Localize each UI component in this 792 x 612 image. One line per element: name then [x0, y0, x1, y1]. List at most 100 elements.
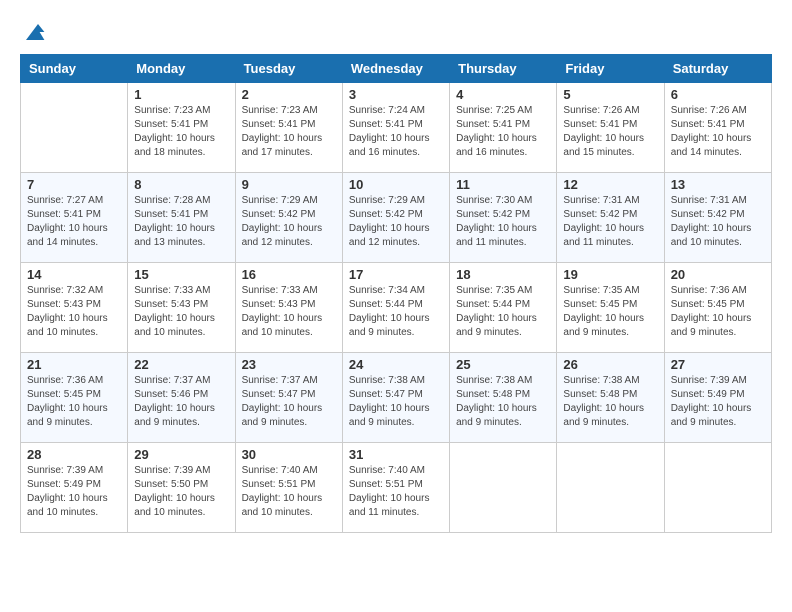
day-info: Sunrise: 7:39 AM Sunset: 5:49 PM Dayligh…: [27, 464, 121, 520]
day-number: 27: [671, 357, 765, 372]
day-info: Sunrise: 7:23 AM Sunset: 5:41 PM Dayligh…: [134, 104, 228, 160]
calendar-cell: 24Sunrise: 7:38 AM Sunset: 5:47 PM Dayli…: [342, 353, 449, 443]
day-info: Sunrise: 7:24 AM Sunset: 5:41 PM Dayligh…: [349, 104, 443, 160]
calendar-cell: 3 Sunrise: 7:24 AM Sunset: 5:41 PM Daylig…: [342, 83, 449, 173]
calendar-cell: 23Sunrise: 7:37 AM Sunset: 5:47 PM Dayli…: [235, 353, 342, 443]
day-number: 25: [456, 357, 550, 372]
day-info: Sunrise: 7:35 AM Sunset: 5:44 PM Dayligh…: [456, 284, 550, 340]
day-number: 17: [349, 267, 443, 282]
day-number: 10: [349, 177, 443, 192]
day-info: Sunrise: 7:39 AM Sunset: 5:50 PM Dayligh…: [134, 464, 228, 520]
calendar-table: SundayMondayTuesdayWednesdayThursdayFrid…: [20, 54, 772, 533]
day-number: 11: [456, 177, 550, 192]
logo-icon: [22, 20, 46, 44]
day-number: 12: [563, 177, 657, 192]
calendar-cell: [557, 443, 664, 533]
calendar-cell: 12 Sunrise: 7:31 AM Sunset: 5:42 PM Dayli…: [557, 173, 664, 263]
day-info: Sunrise: 7:33 AM Sunset: 5:43 PM Dayligh…: [242, 284, 336, 340]
day-info: Sunrise: 7:38 AM Sunset: 5:47 PM Dayligh…: [349, 374, 443, 430]
weekday-header-wednesday: Wednesday: [342, 55, 449, 83]
day-info: Sunrise: 7:40 AM Sunset: 5:51 PM Dayligh…: [349, 464, 443, 520]
calendar-cell: 13 Sunrise: 7:31 AM Sunset: 5:42 PM Dayli…: [664, 173, 771, 263]
calendar-header-row: SundayMondayTuesdayWednesdayThursdayFrid…: [21, 55, 772, 83]
day-number: 9: [242, 177, 336, 192]
day-info: Sunrise: 7:28 AM Sunset: 5:41 PM Dayligh…: [134, 194, 228, 250]
day-number: 16: [242, 267, 336, 282]
calendar-cell: 8 Sunrise: 7:28 AM Sunset: 5:41 PM Daylig…: [128, 173, 235, 263]
calendar-cell: 27 Sunrise: 7:39 AM Sunset: 5:49 PM Dayli…: [664, 353, 771, 443]
weekday-header-friday: Friday: [557, 55, 664, 83]
day-info: Sunrise: 7:40 AM Sunset: 5:51 PM Dayligh…: [242, 464, 336, 520]
calendar-cell: 5 Sunrise: 7:26 AM Sunset: 5:41 PM Daylig…: [557, 83, 664, 173]
calendar-cell: 6 Sunrise: 7:26 AM Sunset: 5:41 PM Daylig…: [664, 83, 771, 173]
day-number: 7: [27, 177, 121, 192]
day-number: 4: [456, 87, 550, 102]
day-number: 8: [134, 177, 228, 192]
day-info: Sunrise: 7:38 AM Sunset: 5:48 PM Dayligh…: [456, 374, 550, 430]
calendar-cell: 17 Sunrise: 7:34 AM Sunset: 5:44 PM Dayli…: [342, 263, 449, 353]
day-info: Sunrise: 7:37 AM Sunset: 5:47 PM Dayligh…: [242, 374, 336, 430]
day-info: Sunrise: 7:31 AM Sunset: 5:42 PM Dayligh…: [563, 194, 657, 250]
day-info: Sunrise: 7:33 AM Sunset: 5:43 PM Dayligh…: [134, 284, 228, 340]
day-info: Sunrise: 7:30 AM Sunset: 5:42 PM Dayligh…: [456, 194, 550, 250]
calendar-cell: [450, 443, 557, 533]
day-number: 30: [242, 447, 336, 462]
calendar-cell: 11 Sunrise: 7:30 AM Sunset: 5:42 PM Dayli…: [450, 173, 557, 263]
day-info: Sunrise: 7:36 AM Sunset: 5:45 PM Dayligh…: [27, 374, 121, 430]
day-number: 15: [134, 267, 228, 282]
calendar-cell: 21Sunrise: 7:36 AM Sunset: 5:45 PM Dayli…: [21, 353, 128, 443]
day-number: 2: [242, 87, 336, 102]
calendar-cell: 31 Sunrise: 7:40 AM Sunset: 5:51 PM Dayli…: [342, 443, 449, 533]
calendar-week-2: 7 Sunrise: 7:27 AM Sunset: 5:41 PM Daylig…: [21, 173, 772, 263]
day-info: Sunrise: 7:25 AM Sunset: 5:41 PM Dayligh…: [456, 104, 550, 160]
day-number: 29: [134, 447, 228, 462]
day-number: 28: [27, 447, 121, 462]
calendar-cell: 19 Sunrise: 7:35 AM Sunset: 5:45 PM Dayli…: [557, 263, 664, 353]
day-info: Sunrise: 7:29 AM Sunset: 5:42 PM Dayligh…: [242, 194, 336, 250]
day-number: 14: [27, 267, 121, 282]
calendar-cell: [664, 443, 771, 533]
day-info: Sunrise: 7:32 AM Sunset: 5:43 PM Dayligh…: [27, 284, 121, 340]
day-info: Sunrise: 7:37 AM Sunset: 5:46 PM Dayligh…: [134, 374, 228, 430]
calendar-cell: 16 Sunrise: 7:33 AM Sunset: 5:43 PM Dayli…: [235, 263, 342, 353]
page-header: [20, 20, 772, 44]
calendar-cell: 14 Sunrise: 7:32 AM Sunset: 5:43 PM Dayli…: [21, 263, 128, 353]
calendar-week-1: 1 Sunrise: 7:23 AM Sunset: 5:41 PM Daylig…: [21, 83, 772, 173]
day-info: Sunrise: 7:26 AM Sunset: 5:41 PM Dayligh…: [563, 104, 657, 160]
calendar-week-4: 21Sunrise: 7:36 AM Sunset: 5:45 PM Dayli…: [21, 353, 772, 443]
day-info: Sunrise: 7:35 AM Sunset: 5:45 PM Dayligh…: [563, 284, 657, 340]
weekday-header-saturday: Saturday: [664, 55, 771, 83]
calendar-cell: 2Sunrise: 7:23 AM Sunset: 5:41 PM Daylig…: [235, 83, 342, 173]
calendar-week-5: 28 Sunrise: 7:39 AM Sunset: 5:49 PM Dayli…: [21, 443, 772, 533]
day-info: Sunrise: 7:34 AM Sunset: 5:44 PM Dayligh…: [349, 284, 443, 340]
day-number: 20: [671, 267, 765, 282]
day-info: Sunrise: 7:29 AM Sunset: 5:42 PM Dayligh…: [349, 194, 443, 250]
weekday-header-sunday: Sunday: [21, 55, 128, 83]
weekday-header-monday: Monday: [128, 55, 235, 83]
day-number: 26: [563, 357, 657, 372]
calendar-week-3: 14 Sunrise: 7:32 AM Sunset: 5:43 PM Dayli…: [21, 263, 772, 353]
calendar-cell: [21, 83, 128, 173]
calendar-cell: 9 Sunrise: 7:29 AM Sunset: 5:42 PM Daylig…: [235, 173, 342, 263]
day-number: 13: [671, 177, 765, 192]
day-info: Sunrise: 7:27 AM Sunset: 5:41 PM Dayligh…: [27, 194, 121, 250]
day-info: Sunrise: 7:31 AM Sunset: 5:42 PM Dayligh…: [671, 194, 765, 250]
calendar-cell: 22Sunrise: 7:37 AM Sunset: 5:46 PM Dayli…: [128, 353, 235, 443]
day-number: 5: [563, 87, 657, 102]
calendar-cell: 10 Sunrise: 7:29 AM Sunset: 5:42 PM Dayli…: [342, 173, 449, 263]
day-number: 19: [563, 267, 657, 282]
weekday-header-tuesday: Tuesday: [235, 55, 342, 83]
day-number: 1: [134, 87, 228, 102]
day-number: 18: [456, 267, 550, 282]
logo: [20, 20, 46, 44]
calendar-cell: 7 Sunrise: 7:27 AM Sunset: 5:41 PM Daylig…: [21, 173, 128, 263]
day-info: Sunrise: 7:26 AM Sunset: 5:41 PM Dayligh…: [671, 104, 765, 160]
day-number: 6: [671, 87, 765, 102]
calendar-cell: 25 Sunrise: 7:38 AM Sunset: 5:48 PM Dayli…: [450, 353, 557, 443]
calendar-cell: 28 Sunrise: 7:39 AM Sunset: 5:49 PM Dayli…: [21, 443, 128, 533]
calendar-cell: 18 Sunrise: 7:35 AM Sunset: 5:44 PM Dayli…: [450, 263, 557, 353]
day-info: Sunrise: 7:39 AM Sunset: 5:49 PM Dayligh…: [671, 374, 765, 430]
day-number: 31: [349, 447, 443, 462]
day-number: 3: [349, 87, 443, 102]
calendar-cell: 15 Sunrise: 7:33 AM Sunset: 5:43 PM Dayli…: [128, 263, 235, 353]
